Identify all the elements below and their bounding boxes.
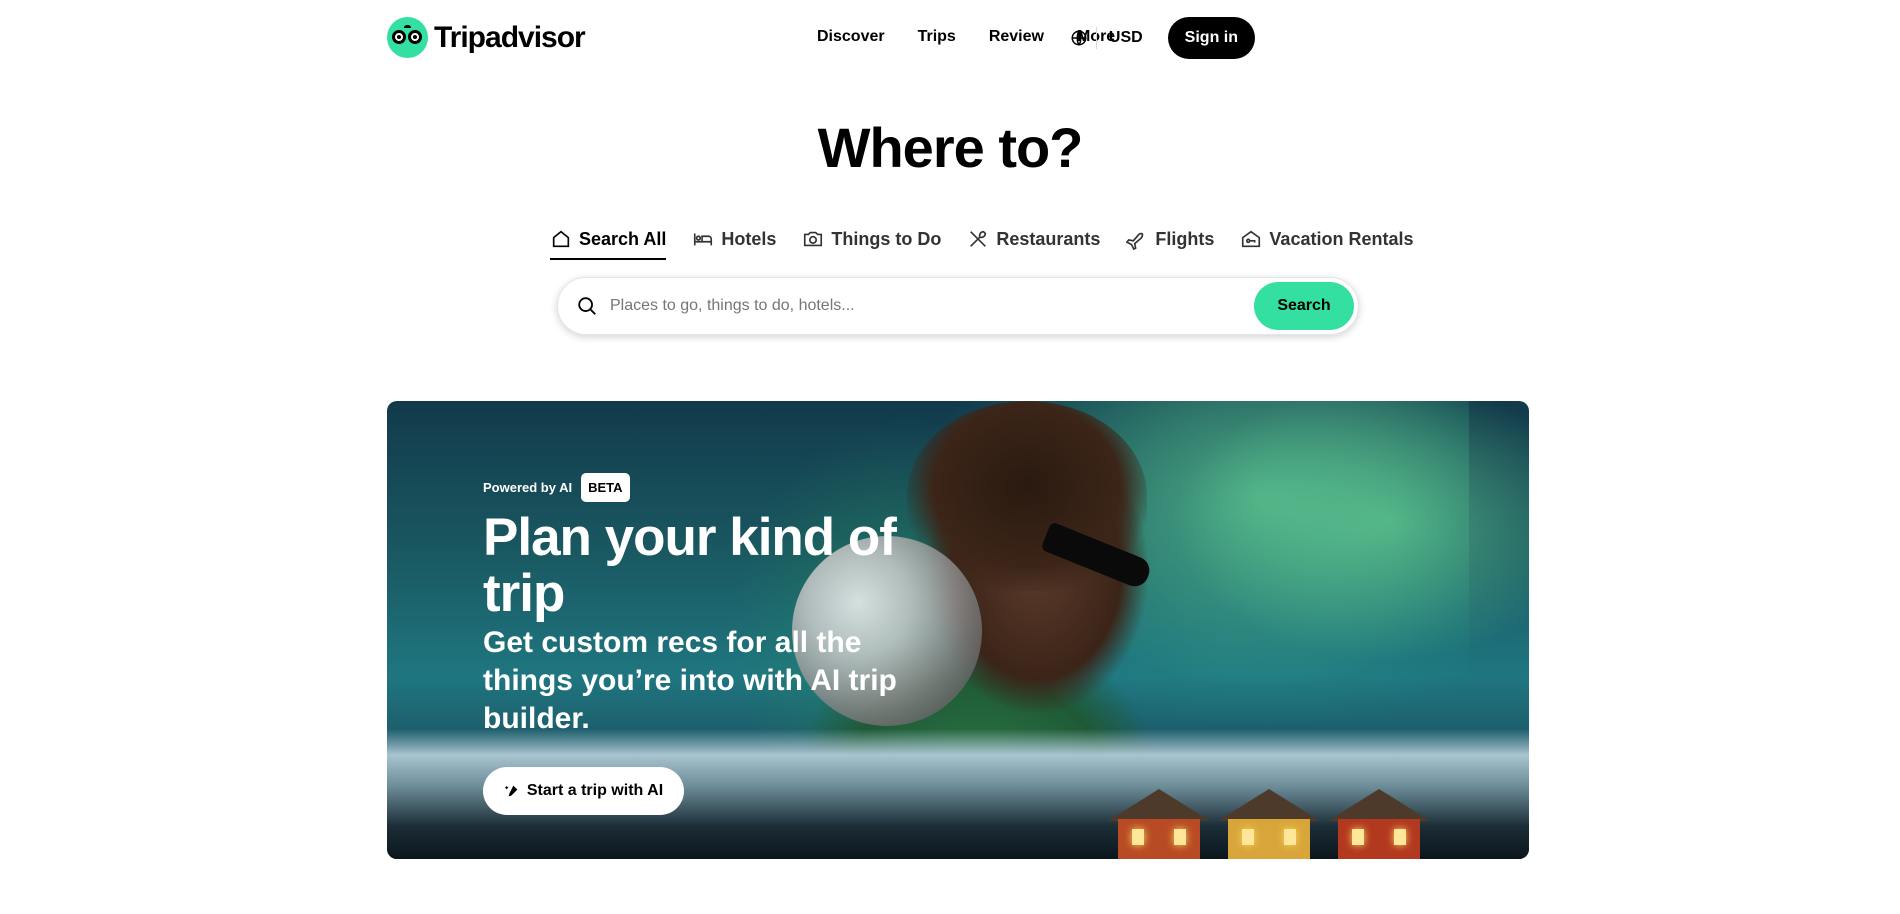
home-icon — [552, 230, 570, 248]
tab-label: Search All — [579, 228, 667, 249]
header-divider — [1095, 27, 1097, 49]
beta-badge: BETA — [581, 473, 630, 502]
bed-icon — [694, 233, 713, 246]
tab-restaurants[interactable]: Restaurants — [967, 222, 1100, 256]
nav-discover[interactable]: Discover — [817, 28, 885, 46]
powered-by-ai-label: Powered by AI — [483, 480, 573, 495]
banner-title: Plan your kind of trip — [483, 508, 897, 623]
nav-review[interactable]: Review — [989, 28, 1044, 46]
plane-icon — [1126, 232, 1144, 250]
cabins-image — [1108, 764, 1434, 859]
search-input[interactable] — [610, 297, 1254, 315]
globe-icon[interactable] — [1070, 29, 1088, 47]
tab-vacation-rentals[interactable]: Vacation Rentals — [1240, 222, 1413, 256]
ai-trip-banner: Powered by AI BETA Plan your kind of tri… — [387, 401, 1529, 859]
tab-label: Vacation Rentals — [1269, 228, 1414, 249]
utensils-icon — [970, 230, 987, 247]
currency-selector[interactable]: USD — [1109, 29, 1143, 47]
tab-label: Flights — [1155, 228, 1215, 249]
tab-label: Things to Do — [831, 228, 942, 249]
tab-label: Restaurants — [996, 228, 1101, 249]
tripadvisor-logo[interactable]: Tripadvisor — [387, 17, 586, 58]
header-actions: USD Sign in — [1070, 17, 1255, 59]
owl-logo-icon — [387, 17, 428, 58]
search-button[interactable]: Search — [1254, 282, 1354, 330]
tab-label: Hotels — [721, 228, 777, 249]
search-bar: Search — [557, 277, 1359, 335]
camera-icon — [804, 231, 823, 247]
tab-flights[interactable]: Flights — [1126, 222, 1214, 256]
start-trip-ai-button[interactable]: Start a trip with AI — [483, 767, 684, 815]
cta-label: Start a trip with AI — [526, 782, 664, 799]
banner-content: Powered by AI BETA Plan your kind of tri… — [483, 473, 943, 738]
page-title: Where to? — [817, 116, 1084, 179]
tab-hotels[interactable]: Hotels — [692, 222, 776, 256]
house-key-icon — [1242, 230, 1261, 248]
search-category-tabs: Search All Hotels Things to Do Restauran… — [550, 222, 1413, 260]
tab-things-to-do[interactable]: Things to Do — [802, 222, 941, 256]
ai-label-row: Powered by AI BETA — [483, 473, 943, 502]
banner-subtitle: Get custom recs for all the things you’r… — [483, 626, 897, 735]
search-icon — [578, 297, 596, 315]
sparkle-pen-icon — [504, 785, 518, 797]
nav-trips[interactable]: Trips — [918, 28, 956, 46]
site-header: Tripadvisor Discover Trips Review More U… — [0, 0, 1900, 76]
sign-in-button[interactable]: Sign in — [1167, 17, 1255, 59]
logo-text: Tripadvisor — [434, 20, 586, 54]
tab-search-all[interactable]: Search All — [550, 222, 667, 260]
